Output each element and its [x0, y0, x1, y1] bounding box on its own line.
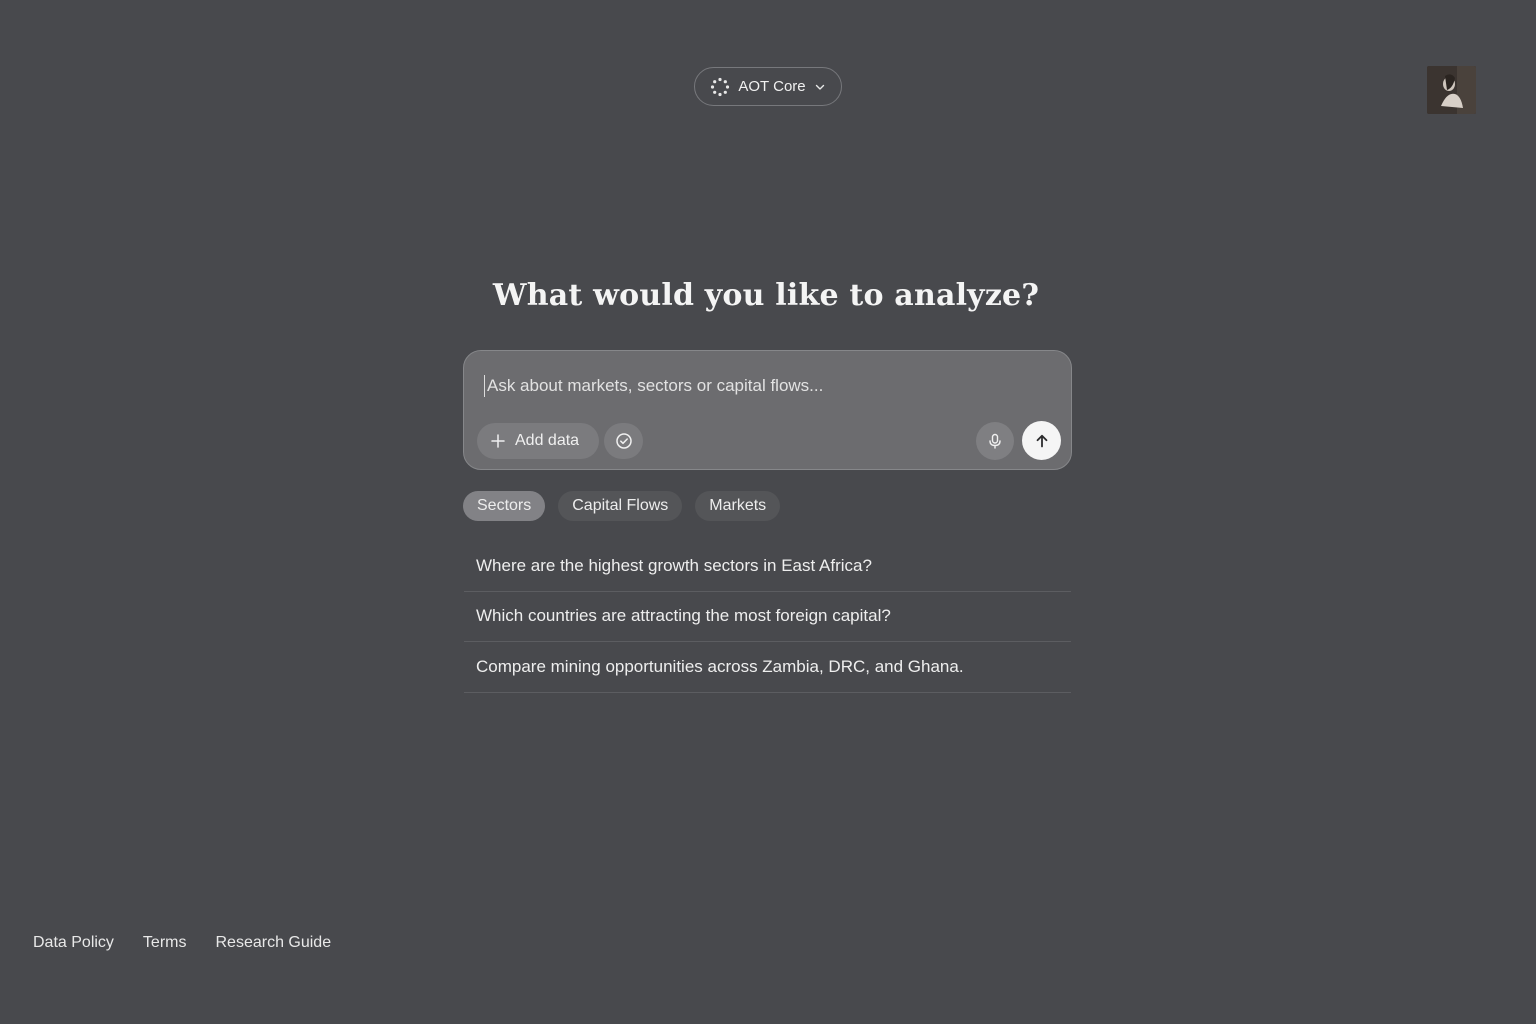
footer-link-terms[interactable]: Terms	[143, 934, 187, 952]
footer-links: Data Policy Terms Research Guide	[33, 934, 331, 952]
dotted-circle-icon	[711, 77, 730, 96]
category-chips: Sectors Capital Flows Markets	[463, 491, 781, 521]
plus-icon	[491, 434, 505, 448]
arrow-up-icon	[1036, 434, 1047, 447]
user-avatar[interactable]	[1427, 66, 1476, 114]
chip-markets[interactable]: Markets	[695, 491, 781, 521]
prompt-composer: Add data	[463, 350, 1072, 470]
page-title: What would you like to analyze?	[492, 278, 1040, 313]
suggestion-item[interactable]: Where are the highest growth sectors in …	[464, 541, 1071, 592]
chip-capital-flows[interactable]: Capital Flows	[558, 491, 683, 521]
send-button[interactable]	[1022, 421, 1061, 460]
model-selector[interactable]: AOT Core	[694, 67, 842, 106]
chevron-down-icon	[815, 84, 824, 90]
check-circle-icon	[615, 433, 632, 449]
suggestion-item[interactable]: Compare mining opportunities across Zamb…	[464, 642, 1071, 693]
prompt-input[interactable]	[484, 375, 1044, 397]
microphone-button[interactable]	[976, 422, 1014, 460]
add-data-button[interactable]: Add data	[477, 423, 599, 459]
model-selector-label: AOT Core	[738, 78, 806, 95]
footer-link-research-guide[interactable]: Research Guide	[215, 934, 331, 952]
check-button[interactable]	[604, 423, 643, 459]
chip-sectors[interactable]: Sectors	[463, 491, 546, 521]
suggestion-list: Where are the highest growth sectors in …	[464, 541, 1071, 693]
footer-link-data-policy[interactable]: Data Policy	[33, 934, 114, 952]
suggestion-item[interactable]: Which countries are attracting the most …	[464, 592, 1071, 642]
page: AOT Core What would you like to analyze?…	[0, 0, 1536, 1024]
add-data-label: Add data	[515, 432, 580, 449]
microphone-icon	[989, 433, 1001, 449]
